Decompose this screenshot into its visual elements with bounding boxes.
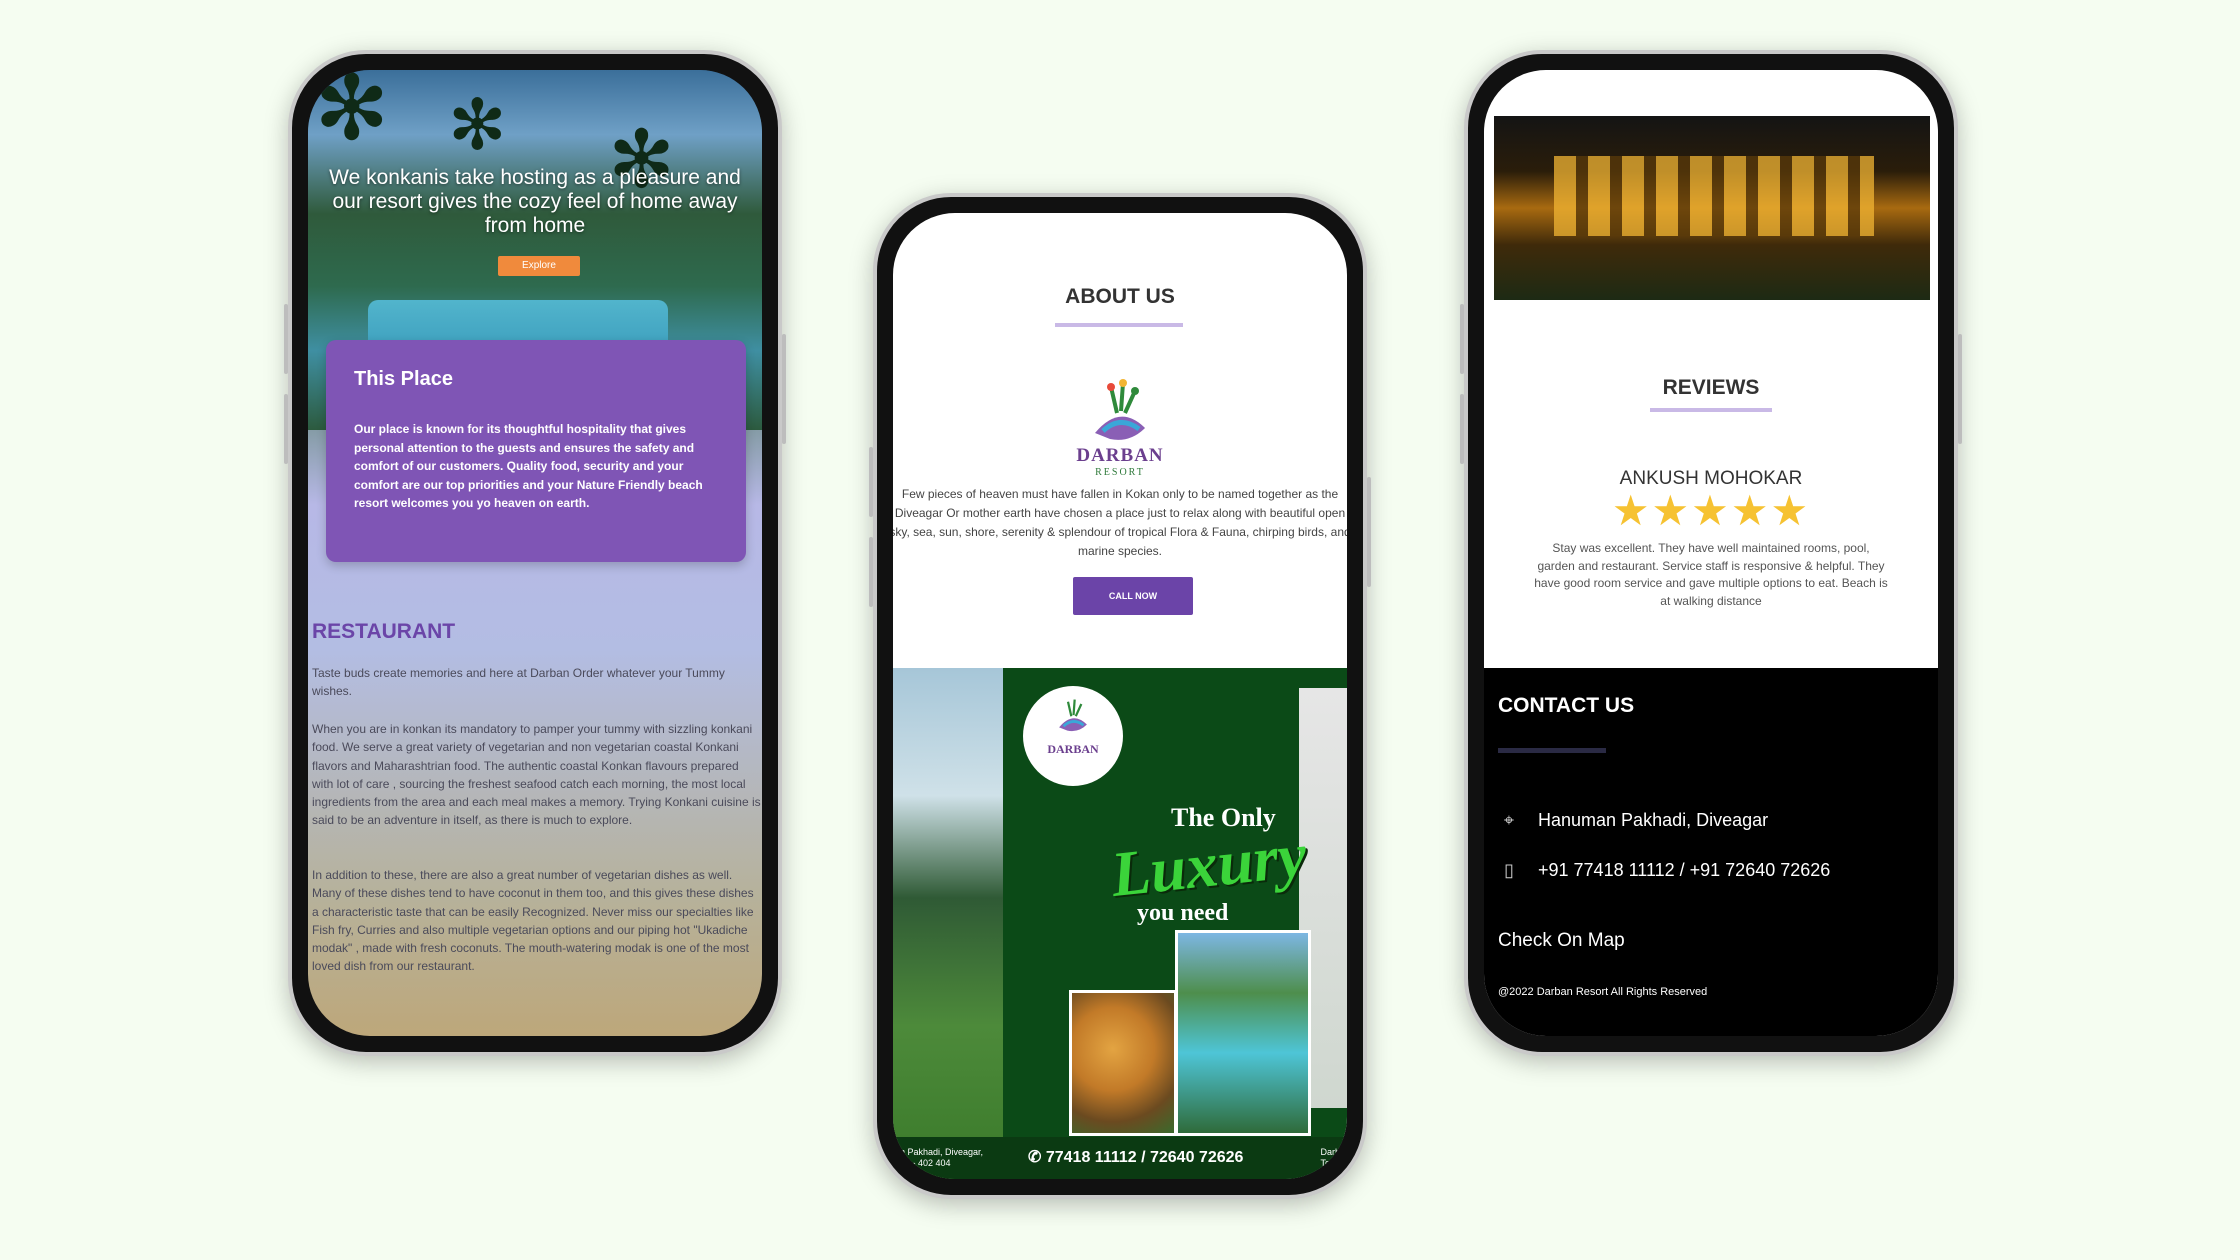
showcase-canvas: { "phone1": { "hero_text": "We konkanis … xyxy=(0,0,2240,1260)
place-text: Our place is known for its thoughtful ho… xyxy=(354,422,703,510)
resort-lights-graphic xyxy=(1554,156,1874,236)
phone-volume-button xyxy=(284,304,288,374)
resort-photo xyxy=(1175,930,1311,1136)
banner-phone: ✆ 77418 11112 / 72640 72626 xyxy=(1028,1147,1243,1167)
logo-subtitle: RESORT xyxy=(1095,467,1145,478)
contact-section: CONTACT US ⌖ Hanuman Pakhadi, Diveagar ▯ +… xyxy=(1484,668,1938,1036)
call-now-button[interactable]: CALL NOW xyxy=(1073,577,1193,615)
title-underline xyxy=(1498,748,1606,753)
banner-headline: you need xyxy=(1137,900,1229,926)
explore-button[interactable]: Explore xyxy=(498,256,580,276)
palm-tree-graphic: ✻ xyxy=(448,86,507,164)
phone-volume-button xyxy=(1460,394,1464,464)
hero-tagline: We konkanis take hosting as a pleasure a… xyxy=(329,166,741,238)
phone-mockup-reviews: REVIEWS ANKUSH MOHOKAR ★★★★★ Stay was ex… xyxy=(1460,50,1962,1056)
phone-screen: ABOUT US DARBAN RESORT Few pieces of hea… xyxy=(893,213,1347,1179)
resort-night-photo xyxy=(1494,116,1930,300)
contact-phone[interactable]: ▯ +91 77418 11112 / +91 72640 72626 xyxy=(1498,860,1830,881)
banner-address: Darba Tel.: xyxy=(1320,1147,1345,1168)
phone-icon: ✆ xyxy=(1028,1149,1046,1166)
banner-photo xyxy=(893,668,1003,1179)
palm-tree-graphic: ✻ xyxy=(314,70,390,159)
contact-address: ⌖ Hanuman Pakhadi, Diveagar xyxy=(1498,810,1768,831)
about-text: Few pieces of heaven must have fallen in… xyxy=(893,487,1347,558)
phone-power-button xyxy=(782,334,786,444)
mobile-phone-icon: ▯ xyxy=(1504,860,1514,880)
address-text: Hanuman Pakhadi, Diveagar xyxy=(1538,810,1769,830)
logo-wordmark: DARBAN xyxy=(1076,445,1164,466)
contact-title: CONTACT US xyxy=(1498,694,1635,717)
phone-volume-button xyxy=(869,447,873,517)
phone-volume-button xyxy=(1460,304,1464,374)
star-rating-icon: ★★★★★ xyxy=(1611,487,1811,534)
banner-headline-luxury: Luxury xyxy=(1107,818,1310,911)
banner-phone-number: 77418 11112 / 72640 72626 xyxy=(1045,1149,1244,1166)
title-underline xyxy=(1055,323,1183,327)
banner-logo-wordmark: DARBAN xyxy=(1047,742,1099,756)
phone-mockup-home: ✻ ✻ ✻ We konkanis take hosting as a plea… xyxy=(284,50,786,1056)
check-on-map-link[interactable]: Check On Map xyxy=(1498,930,1625,952)
about-title: ABOUT US xyxy=(1065,285,1175,308)
restaurant-intro: Taste buds create memories and here at D… xyxy=(312,666,725,699)
phone-volume-button xyxy=(869,537,873,607)
review-text: Stay was excellent. They have well maint… xyxy=(1534,541,1888,608)
phone-power-button xyxy=(1367,477,1371,587)
this-place-card: This Place Our place is known for its th… xyxy=(326,340,746,562)
banner-address: an Pakhadi, Diveagar, gad - 402 404 xyxy=(895,1147,984,1168)
phone-power-button xyxy=(1958,334,1962,444)
phone-mockup-about: ABOUT US DARBAN RESORT Few pieces of hea… xyxy=(869,193,1371,1199)
darban-logo-icon xyxy=(1059,699,1087,732)
place-title: This Place xyxy=(354,368,453,390)
copyright-text: @2022 Darban Resort All Rights Reserved xyxy=(1498,986,1708,998)
phone-screen: REVIEWS ANKUSH MOHOKAR ★★★★★ Stay was ex… xyxy=(1484,70,1938,1036)
location-pin-icon: ⌖ xyxy=(1503,810,1515,830)
restaurant-title: RESTAURANT xyxy=(312,620,456,643)
banner-footer: an Pakhadi, Diveagar, gad - 402 404 ✆ 77… xyxy=(893,1137,1347,1179)
title-underline xyxy=(1650,408,1772,412)
phone-screen: ✻ ✻ ✻ We konkanis take hosting as a plea… xyxy=(308,70,762,1036)
restaurant-paragraph: When you are in konkan its mandatory to … xyxy=(312,722,761,828)
phone-text: +91 77418 11112 / +91 72640 72626 xyxy=(1538,860,1831,880)
banner-logo: DARBAN xyxy=(1023,686,1123,786)
restaurant-paragraph: In addition to these, there are also a g… xyxy=(312,868,754,974)
reviews-title: REVIEWS xyxy=(1662,376,1760,399)
promo-banner: DARBAN The Only Luxury you need an Pakha… xyxy=(893,668,1347,1179)
food-photo xyxy=(1069,990,1177,1136)
phone-volume-button xyxy=(284,394,288,464)
